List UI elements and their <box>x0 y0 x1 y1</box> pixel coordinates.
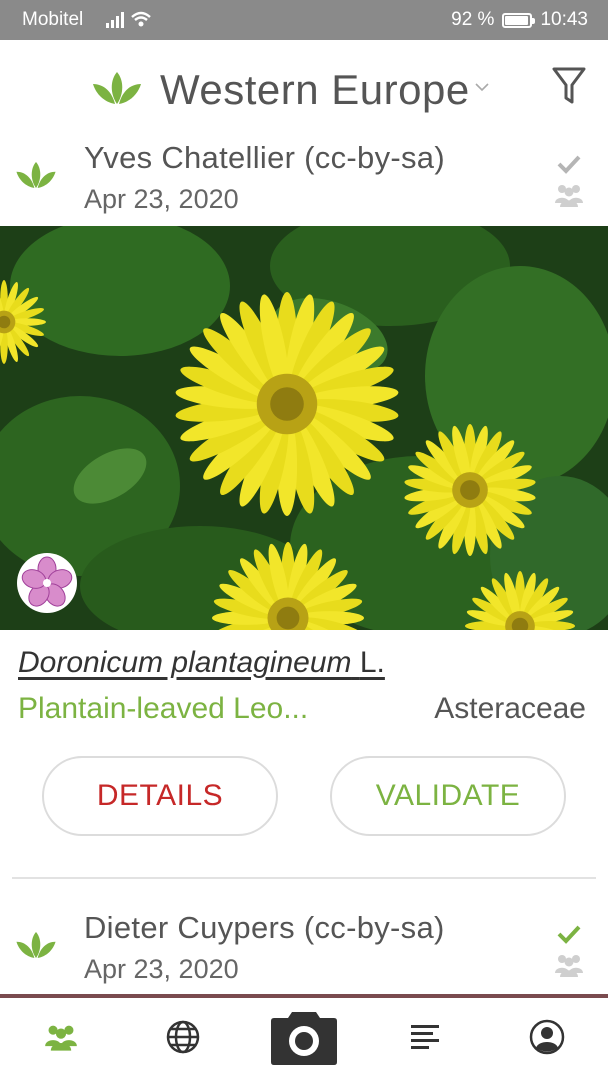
species-authority: L. <box>359 646 385 679</box>
status-bar: Mobitel 92 % 10:43 <box>0 0 608 40</box>
nav-community[interactable] <box>21 998 101 1080</box>
signal-wifi-icons <box>104 8 154 36</box>
common-name: Plantain-leaved Leo... <box>18 692 309 725</box>
chevron-down-icon <box>474 79 490 97</box>
nav-list[interactable] <box>385 998 465 1080</box>
details-button[interactable]: DETAILS <box>42 756 278 836</box>
camera-icon <box>270 1008 338 1071</box>
leaf-logo-icon <box>14 160 58 195</box>
validate-button[interactable]: VALIDATE <box>330 756 566 836</box>
validation-status[interactable] <box>554 154 584 212</box>
region-title: Western Europe <box>160 66 470 113</box>
nav-profile[interactable] <box>507 998 587 1080</box>
community-icon <box>554 183 584 212</box>
nav-explore[interactable] <box>143 998 223 1080</box>
battery-percent: 92 % <box>451 9 495 30</box>
battery-icon <box>502 12 536 28</box>
flower-badge-icon <box>16 552 78 619</box>
region-selector[interactable]: Western Europe <box>90 66 490 114</box>
observation-date: Apr 23, 2020 <box>84 954 239 984</box>
family-name: Asteraceae <box>434 692 586 725</box>
observation-header[interactable]: Yves Chatellier (cc-by-sa) Apr 23, 2020 <box>0 140 608 226</box>
list-icon <box>410 1023 440 1056</box>
scientific-name[interactable]: Doronicum plantagineum L. <box>18 646 385 680</box>
observation-author: Yves Chatellier (cc-by-sa) <box>84 140 445 175</box>
observation-date: Apr 23, 2020 <box>84 184 239 214</box>
community-icon <box>44 1023 78 1056</box>
clock: 10:43 <box>540 9 588 30</box>
leaf-logo-icon <box>90 70 144 111</box>
profile-icon <box>529 1019 565 1060</box>
check-icon <box>556 154 582 179</box>
nav-camera[interactable] <box>264 998 344 1080</box>
globe-icon <box>165 1019 201 1060</box>
leaf-logo-icon <box>14 930 58 965</box>
species-binomial: Doronicum plantagineum <box>18 646 352 679</box>
divider <box>12 877 596 879</box>
community-icon <box>554 953 584 982</box>
observation-author: Dieter Cuypers (cc-by-sa) <box>84 910 445 945</box>
observation-header[interactable]: Dieter Cuypers (cc-by-sa) Apr 23, 2020 <box>0 910 608 996</box>
carrier-name: Mobitel <box>22 9 84 30</box>
app-header: Western Europe <box>0 40 608 140</box>
validation-status[interactable] <box>554 924 584 982</box>
bottom-nav <box>0 998 608 1080</box>
check-icon <box>556 924 582 949</box>
observation-photo[interactable] <box>0 226 608 630</box>
filter-icon[interactable] <box>552 66 586 111</box>
